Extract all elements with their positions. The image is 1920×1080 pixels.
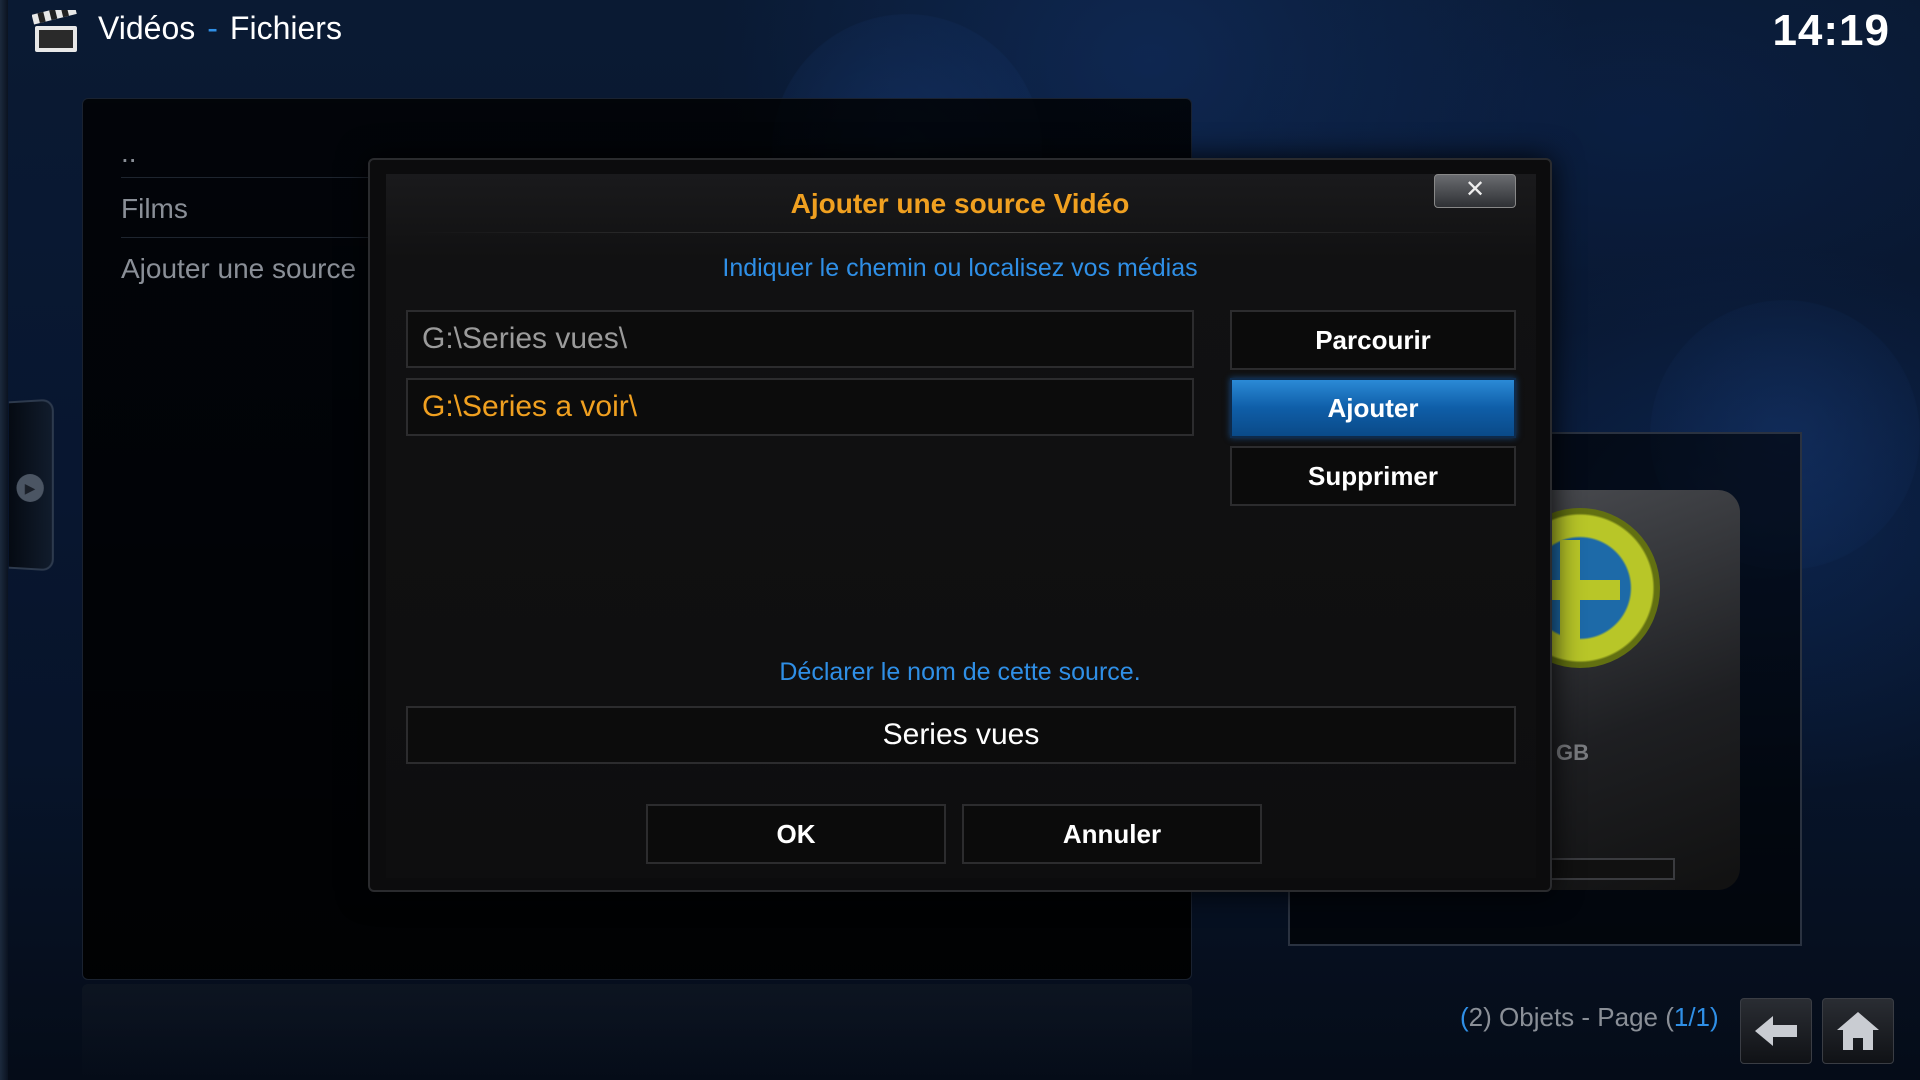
item-count: (2) Objets - Page (1/1) [1460, 1002, 1719, 1033]
home-button[interactable] [1822, 998, 1894, 1064]
path-list-item[interactable]: G:\Series vues\ [406, 310, 1194, 368]
paren-open: ( [1460, 1002, 1469, 1032]
side-menu-tab[interactable]: ▶ [8, 398, 54, 572]
breadcrumb-separator: - [207, 10, 218, 46]
ok-button[interactable]: OK [646, 804, 946, 864]
browse-button[interactable]: Parcourir [1230, 310, 1516, 370]
back-arrow-icon [1755, 1016, 1797, 1046]
dialog-title: Ajouter une source Vidéo [790, 188, 1130, 219]
list-item-parent[interactable]: .. [121, 137, 137, 169]
close-button[interactable]: ✕ [1434, 174, 1516, 208]
breadcrumb: Vidéos - Fichiers [98, 10, 342, 47]
drive-slot [1545, 858, 1675, 880]
clock: 14:19 [1772, 6, 1890, 55]
paren-close: ) [1710, 1002, 1719, 1032]
breadcrumb-section: Vidéos [98, 10, 196, 46]
back-button[interactable] [1740, 998, 1812, 1064]
item-count-value: 2 [1468, 1002, 1484, 1032]
objects-text: ) Objets - Page ( [1483, 1002, 1674, 1032]
remove-button[interactable]: Supprimer [1230, 446, 1516, 506]
add-button[interactable]: Ajouter [1230, 378, 1516, 438]
page-number: 1/1 [1673, 1002, 1711, 1032]
close-x-icon: ✕ [1464, 176, 1486, 203]
list-item-add-source[interactable]: Ajouter une source [121, 253, 356, 285]
left-edge-bar [0, 0, 8, 1080]
add-video-source-dialog: Ajouter une source Vidéo ✕ Indiquer le c… [368, 158, 1552, 892]
source-name-field[interactable]: Series vues [406, 706, 1516, 764]
path-hint: Indiquer le chemin ou localisez vos médi… [722, 254, 1198, 282]
cancel-button[interactable]: Annuler [962, 804, 1262, 864]
list-item-films[interactable]: Films [121, 193, 188, 225]
list-panel-reflection [82, 984, 1192, 1080]
film-clapper-icon [32, 10, 77, 52]
drive-capacity-label: GB [1556, 740, 1589, 765]
path-list-item[interactable]: G:\Series a voir\ [406, 378, 1194, 436]
home-icon [1837, 1012, 1879, 1050]
name-hint: Déclarer le nom de cette source. [779, 658, 1141, 686]
title-divider [410, 232, 1510, 233]
breadcrumb-subsection: Fichiers [229, 10, 342, 46]
play-arrow-icon: ▶ [16, 473, 44, 503]
header-bar: Vidéos - Fichiers 14:19 [0, 0, 1920, 64]
